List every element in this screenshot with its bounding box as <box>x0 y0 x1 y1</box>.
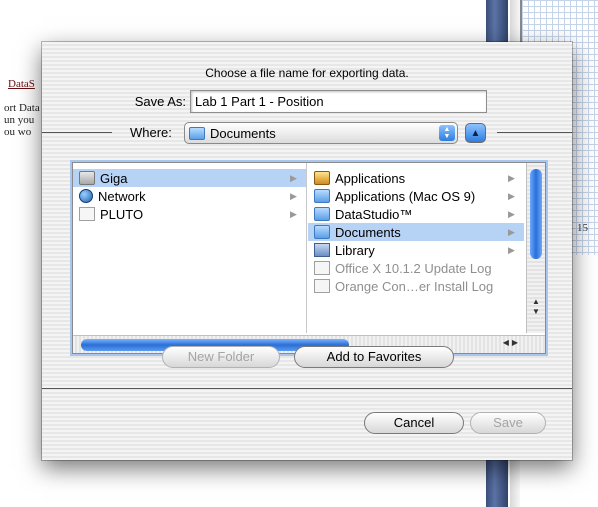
list-item-applications[interactable]: Applications ▶ <box>308 169 524 187</box>
network-globe-icon <box>79 189 93 203</box>
folder-icon <box>314 189 330 203</box>
list-item-giga[interactable]: Giga ▶ <box>73 169 306 187</box>
disclosure-arrow-icon: ▶ <box>290 190 297 201</box>
background-axis-label: 15 <box>577 222 588 234</box>
list-item-office-log[interactable]: Office X 10.1.2 Update Log <box>308 259 524 277</box>
folder-icon <box>314 207 330 221</box>
list-item-label: Applications (Mac OS 9) <box>335 188 476 204</box>
disclosure-arrow-icon: ▶ <box>508 172 515 183</box>
disclosure-arrow-icon: ▶ <box>290 172 297 183</box>
list-item-label: Documents <box>335 224 401 240</box>
popup-arrows-icon: ▲ ▼ <box>439 125 455 141</box>
applications-folder-icon <box>314 171 330 185</box>
list-item-documents[interactable]: Documents ▶ <box>308 223 524 241</box>
where-popup[interactable]: Documents ▲ ▼ <box>184 122 458 144</box>
disclosure-arrow-icon: ▶ <box>508 244 515 255</box>
list-item-orange-log[interactable]: Orange Con…er Install Log <box>308 277 524 295</box>
disclosure-arrow-icon: ▶ <box>508 190 515 201</box>
where-divider-left <box>42 132 112 133</box>
expand-browser-button[interactable]: ▲ <box>465 123 486 143</box>
background-doc-line: ort Data <box>4 102 40 114</box>
background-doc-line: ou wo <box>4 126 32 138</box>
dialog-prompt: Choose a file name for exporting data. <box>205 66 409 80</box>
background-doc-title: DataS <box>8 78 35 90</box>
new-folder-button[interactable]: New Folder <box>162 346 280 368</box>
dialog-divider <box>42 388 572 389</box>
where-popup-value: Documents <box>210 125 276 141</box>
vertical-scroll-thumb[interactable] <box>530 169 542 259</box>
where-divider-right <box>497 132 572 133</box>
browser-column-giga: Applications ▶ Applications (Mac OS 9) ▶… <box>308 163 524 333</box>
save-dialog: Choose a file name for exporting data. S… <box>42 42 572 460</box>
save-button[interactable]: Save <box>470 412 546 434</box>
list-item-label: PLUTO <box>100 206 144 222</box>
folder-icon <box>314 225 330 239</box>
list-item-network[interactable]: Network ▶ <box>73 187 306 205</box>
list-item-library[interactable]: Library ▶ <box>308 241 524 259</box>
vertical-scrollbar[interactable]: ▲ ▼ <box>526 163 545 333</box>
save-as-label: Save As: <box>134 94 186 109</box>
list-item-pluto[interactable]: PLUTO ▶ <box>73 205 306 223</box>
disclosure-arrow-icon: ▶ <box>508 208 515 219</box>
save-as-field[interactable] <box>190 90 487 113</box>
list-item-datastudio[interactable]: DataStudio™ ▶ <box>308 205 524 223</box>
background-doc-line: un you <box>4 114 35 126</box>
list-item-label: Library <box>335 242 375 258</box>
triangle-up-icon: ▲ <box>470 128 481 139</box>
list-item-label: Office X 10.1.2 Update Log <box>335 260 492 276</box>
list-item-label: Orange Con…er Install Log <box>335 278 494 294</box>
file-browser: Giga ▶ Network ▶ PLUTO ▶ Applications ▶ <box>72 162 546 354</box>
document-icon <box>314 279 330 293</box>
disclosure-arrow-icon: ▶ <box>508 226 515 237</box>
add-to-favorites-button[interactable]: Add to Favorites <box>294 346 454 368</box>
list-item-label: DataStudio™ <box>335 206 413 222</box>
cancel-button[interactable]: Cancel <box>364 412 464 434</box>
library-folder-icon <box>314 243 330 257</box>
list-item-label: Network <box>98 188 146 204</box>
browser-column-volumes: Giga ▶ Network ▶ PLUTO ▶ <box>73 163 307 333</box>
hard-disk-icon <box>79 171 95 185</box>
list-item-label: Applications <box>335 170 406 186</box>
list-item-label: Giga <box>100 170 128 186</box>
folder-icon <box>189 126 205 140</box>
scroll-arrows-icon[interactable]: ▲ ▼ <box>529 297 543 317</box>
disclosure-arrow-icon: ▶ <box>290 208 297 219</box>
document-icon <box>314 261 330 275</box>
where-label: Where: <box>130 125 172 140</box>
scroll-arrows-icon[interactable]: ◀▶ <box>503 338 521 347</box>
list-item-applications-os9[interactable]: Applications (Mac OS 9) ▶ <box>308 187 524 205</box>
disk-icon <box>79 207 95 221</box>
